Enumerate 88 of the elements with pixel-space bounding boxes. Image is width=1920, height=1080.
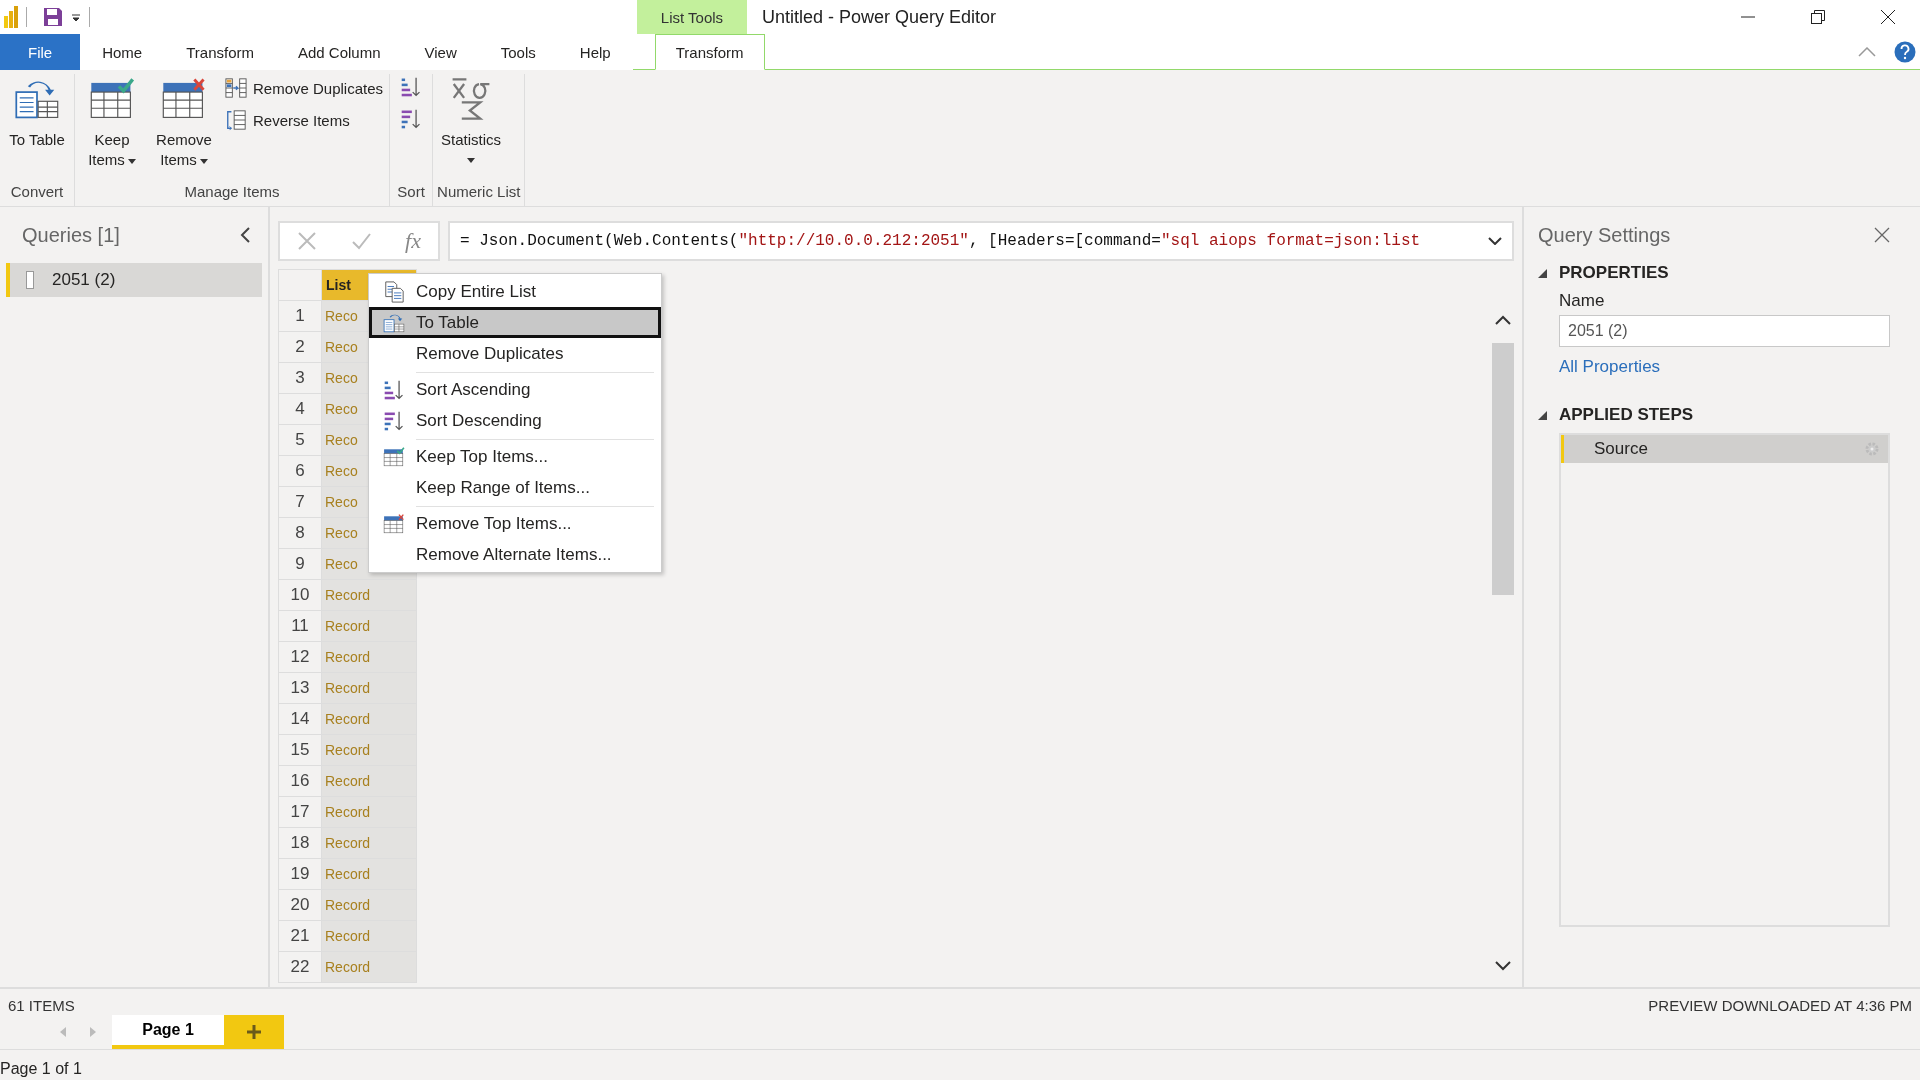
menu-item[interactable]: Remove Duplicates — [369, 338, 661, 369]
section-heading: APPLIED STEPS — [1559, 405, 1694, 425]
row-number: 17 — [278, 796, 322, 828]
queries-pane-title: Queries [1] — [22, 223, 120, 247]
applied-step[interactable]: Source — [1561, 435, 1888, 463]
ribbon-button[interactable]: Keep Items — [79, 74, 145, 172]
dropdown-caret-icon — [467, 158, 476, 163]
row-number: 9 — [278, 548, 322, 580]
sort-ascending-icon — [400, 76, 423, 98]
check-icon[interactable] — [351, 231, 372, 251]
plus-icon — [247, 1025, 261, 1039]
table-check-icon — [383, 445, 405, 468]
duplicates-icon — [225, 77, 247, 99]
all-properties-link[interactable]: All Properties — [1559, 357, 1661, 377]
ribbon-tab[interactable]: File — [0, 34, 81, 70]
menu-item[interactable]: Keep Range of Items... — [369, 472, 661, 503]
row-number: 15 — [278, 734, 322, 766]
sort-ascending-icon — [383, 378, 405, 401]
row-number: 1 — [278, 300, 322, 332]
collapse-ribbon-icon[interactable] — [1858, 46, 1876, 57]
ribbon-button[interactable]: Remove Duplicates — [223, 74, 386, 102]
help-icon[interactable] — [1894, 40, 1916, 63]
row-number: 21 — [278, 920, 322, 952]
row-number: 10 — [278, 579, 322, 611]
name-field[interactable]: 2051 (2) — [1559, 315, 1890, 347]
row-number: 5 — [278, 424, 322, 456]
row-number: 2 — [278, 331, 322, 363]
row-number: 6 — [278, 455, 322, 487]
row-number: 7 — [278, 486, 322, 518]
row-number: 4 — [278, 393, 322, 425]
collapse-triangle-icon[interactable] — [1538, 410, 1547, 420]
menu-item[interactable]: To Table — [369, 307, 661, 338]
menu-item[interactable]: Copy Entire List — [369, 276, 661, 307]
scroll-down-icon[interactable] — [1495, 961, 1511, 971]
formula-field[interactable]: = Json.Document(Web.Contents("http://10.0.0.212:2051", [Headers=[command="sql aiops format=json:list — [448, 221, 1514, 261]
reverse-icon — [225, 109, 247, 131]
window-title: Untitled - Power Query Editor — [761, 5, 997, 29]
preview-status: PREVIEW DOWNLOADED AT 4:36 PM — [1648, 997, 1912, 1015]
field-label: Name — [1559, 291, 1606, 311]
ribbon-group-label: Convert — [9, 183, 65, 202]
collapse-pane-icon[interactable] — [240, 227, 250, 243]
query-item[interactable]: 2051 (2) — [6, 263, 262, 297]
scrollbar-thumb[interactable] — [1492, 343, 1514, 595]
add-page-button[interactable] — [224, 1015, 284, 1049]
menu-item[interactable]: Sort Descending — [369, 405, 661, 436]
customize-caret-icon[interactable] — [71, 13, 81, 21]
query-name: 2051 (2) — [52, 270, 116, 290]
dropdown-caret-icon — [199, 158, 208, 164]
row-number: 11 — [278, 610, 322, 642]
sort-descending-icon — [400, 108, 423, 130]
scroll-up-icon[interactable] — [1495, 315, 1511, 325]
row-number: 13 — [278, 672, 322, 704]
context-tab-group-label: List Tools — [637, 0, 747, 34]
row-number: 19 — [278, 858, 322, 890]
table-cross-icon — [383, 512, 405, 535]
expand-caret-icon[interactable] — [1488, 237, 1502, 245]
dropdown-caret-icon — [127, 158, 136, 164]
ribbon-tab[interactable]: Transform — [654, 34, 765, 70]
app-logo-icon — [4, 6, 18, 28]
item-count: 61 ITEMS — [8, 997, 75, 1015]
query-settings-title: Query Settings — [1538, 223, 1671, 247]
page-info: Page 1 of 1 — [0, 1059, 83, 1078]
ribbon-group-label: Numeric List — [437, 183, 521, 202]
ribbon-button[interactable]: Reverse Items — [223, 106, 386, 134]
section-heading: PROPERTIES — [1559, 263, 1669, 283]
row-number: 18 — [278, 827, 322, 859]
ribbon-group-label: Sort — [396, 183, 426, 202]
save-icon[interactable] — [43, 7, 63, 27]
table-icon — [26, 271, 34, 289]
row-number: 16 — [278, 765, 322, 797]
row-number: 22 — [278, 951, 322, 983]
sort-descending-icon — [383, 409, 405, 432]
copy-icon — [383, 280, 405, 303]
menu-item[interactable]: Remove Alternate Items... — [369, 539, 661, 570]
ribbon-group-label: Manage Items — [183, 183, 281, 202]
ribbon-button[interactable]: To Table — [4, 74, 70, 152]
collapse-triangle-icon[interactable] — [1538, 268, 1547, 278]
ribbon-button[interactable]: Remove Items — [151, 74, 217, 172]
ribbon-button[interactable]: Statistics — [437, 74, 506, 165]
insert-function-button[interactable]: fx — [405, 228, 421, 254]
close-icon[interactable] — [1880, 9, 1896, 25]
row-number: 20 — [278, 889, 322, 921]
row-number: 12 — [278, 641, 322, 673]
row-number: 14 — [278, 703, 322, 735]
restore-icon[interactable] — [1810, 9, 1826, 25]
page-tab[interactable]: Page 1 — [112, 1015, 224, 1049]
row-number: 8 — [278, 517, 322, 549]
row-number: 3 — [278, 362, 322, 394]
